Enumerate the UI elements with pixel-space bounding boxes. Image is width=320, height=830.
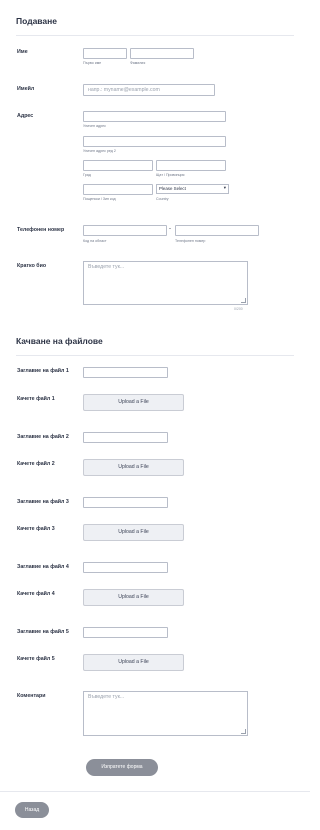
- last-name-sublabel: Фамилия: [130, 61, 146, 65]
- first-name-input[interactable]: [83, 48, 127, 59]
- upload-button-1[interactable]: Upload a File: [83, 394, 184, 411]
- address-label: Адрес: [17, 113, 34, 119]
- comments-label: Коментари: [17, 693, 46, 699]
- street-address-line2-sublabel: Уличен адрес ред 2: [83, 149, 116, 153]
- email-input[interactable]: напр.: myname@example.com: [83, 84, 215, 96]
- file-title-label-5: Заглавие на файл 5: [17, 629, 69, 635]
- file-title-input-4[interactable]: [83, 562, 168, 573]
- file-title-label-2: Заглавие на файл 2: [17, 434, 69, 440]
- upload-button-4[interactable]: Upload a File: [83, 589, 184, 606]
- city-sublabel: Град: [83, 173, 91, 177]
- file-title-label-4: Заглавие на файл 4: [17, 564, 69, 570]
- file-upload-label-4: Качете файл 4: [17, 591, 55, 597]
- phone-number-input[interactable]: [175, 225, 259, 236]
- section-title-files: Качване на файлове: [16, 336, 103, 346]
- file-title-input-3[interactable]: [83, 497, 168, 508]
- file-upload-label-3: Качете файл 3: [17, 526, 55, 532]
- country-select[interactable]: Please Select ▾: [156, 184, 229, 194]
- last-name-input[interactable]: [130, 48, 194, 59]
- upload-button-5[interactable]: Upload a File: [83, 654, 184, 671]
- file-title-input-5[interactable]: [83, 627, 168, 638]
- divider: [0, 791, 310, 792]
- bio-placeholder: Въведете тук...: [88, 264, 125, 270]
- country-sublabel: Country: [156, 197, 169, 201]
- street-address-line2-input[interactable]: [83, 136, 226, 147]
- comments-textarea[interactable]: Въведете тук...: [83, 691, 248, 736]
- area-code-sublabel: Код на област: [83, 239, 107, 243]
- file-title-input-2[interactable]: [83, 432, 168, 443]
- email-label: Имейл: [17, 86, 35, 92]
- file-upload-label-5: Качете файл 5: [17, 656, 55, 662]
- first-name-sublabel: Първо име: [83, 61, 102, 65]
- zip-sublabel: Пощенски / Зип код: [83, 197, 116, 201]
- divider: [16, 35, 294, 36]
- zip-input[interactable]: [83, 184, 153, 195]
- phone-separator: -: [169, 226, 171, 232]
- file-title-label-3: Заглавие на файл 3: [17, 499, 69, 505]
- chevron-down-icon: ▾: [223, 185, 226, 190]
- phone-number-sublabel: Телефонен номер: [175, 239, 206, 243]
- file-upload-label-2: Качете файл 2: [17, 461, 55, 467]
- country-select-value: Please Select: [159, 186, 186, 191]
- back-button[interactable]: Назад: [15, 802, 49, 818]
- street-address-input[interactable]: [83, 111, 226, 122]
- file-title-label-1: Заглавие на файл 1: [17, 368, 69, 374]
- bio-label: Кратко био: [17, 263, 47, 269]
- divider: [16, 355, 294, 356]
- bio-textarea[interactable]: Въведете тук...: [83, 261, 248, 305]
- submit-button[interactable]: Изпратете форма: [86, 759, 158, 776]
- phone-label: Телефонен номер: [17, 227, 65, 233]
- resize-handle-icon[interactable]: [241, 298, 246, 303]
- state-sublabel: Щат / Провинция: [156, 173, 185, 177]
- resize-handle-icon[interactable]: [241, 729, 246, 734]
- file-title-input-1[interactable]: [83, 367, 168, 378]
- street-address-sublabel: Уличен адрес: [83, 124, 106, 128]
- comments-placeholder: Въведете тук...: [88, 694, 125, 700]
- file-upload-label-1: Качете файл 1: [17, 396, 55, 402]
- city-input[interactable]: [83, 160, 153, 171]
- upload-button-3[interactable]: Upload a File: [83, 524, 184, 541]
- area-code-input[interactable]: [83, 225, 167, 236]
- upload-button-2[interactable]: Upload a File: [83, 459, 184, 476]
- state-input[interactable]: [156, 160, 226, 171]
- section-title-submit: Подаване: [16, 16, 58, 26]
- name-label: Име: [17, 49, 28, 55]
- bio-char-counter: 0/200: [234, 307, 243, 311]
